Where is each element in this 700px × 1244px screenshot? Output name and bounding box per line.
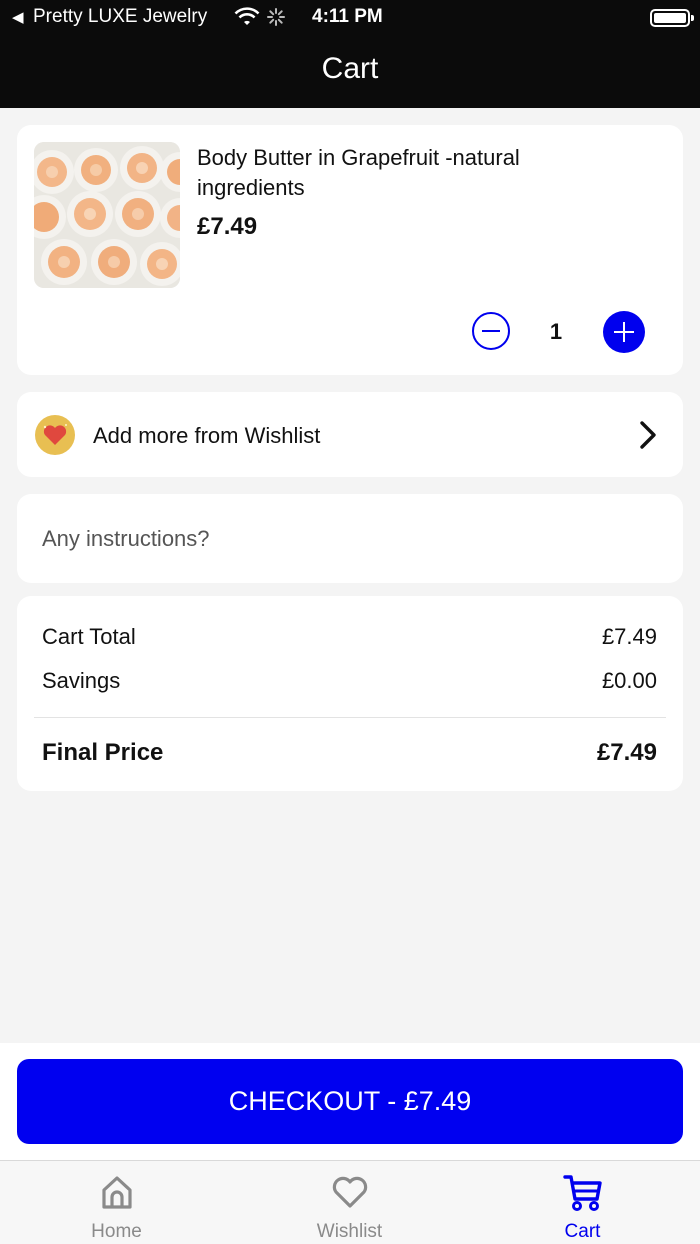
quantity-value: 1: [549, 319, 563, 344]
wishlist-row-label: Add more from Wishlist: [93, 423, 321, 448]
body-butter-jars-photo: [34, 142, 180, 288]
instructions-card: [17, 494, 683, 583]
checkout-area: CHECKOUT - £7.49: [0, 1043, 700, 1160]
savings-row: Savings £0.00: [42, 668, 657, 694]
cart-item-card: Body Butter in Grapefruit -natural ingre…: [17, 125, 683, 375]
savings-label: Savings: [42, 668, 121, 693]
battery-icon: [650, 9, 694, 27]
status-bar: ◀ Pretty LUXE Jewelry 4:11 PM: [0, 0, 700, 36]
cart-icon: [563, 1175, 602, 1211]
savings-value: £0.00: [601, 668, 657, 693]
wifi-icon: [234, 7, 260, 25]
tab-home-label: Home: [91, 1221, 142, 1242]
cart-total-value: £7.49: [601, 624, 657, 649]
final-price-value: £7.49: [596, 739, 657, 766]
tab-bar: Home Wishlist Cart: [0, 1160, 700, 1244]
tab-home[interactable]: Home: [0, 1161, 233, 1244]
cart-total-label: Cart Total: [42, 624, 136, 649]
top-bar: ◀ Pretty LUXE Jewelry 4:11 PM Cart: [0, 0, 700, 108]
divider: [34, 717, 666, 718]
home-icon: [102, 1176, 132, 1209]
activity-spinner-icon: [267, 8, 285, 26]
chevron-right-icon: [640, 421, 656, 449]
heart-badge-icon: [35, 415, 75, 455]
status-time: 4:11 PM: [312, 6, 383, 27]
tab-wishlist-label: Wishlist: [316, 1221, 383, 1242]
instructions-input[interactable]: [42, 523, 652, 555]
quantity-increase-button[interactable]: [603, 311, 645, 353]
product-name[interactable]: Body Butter in Grapefruit -natural ingre…: [197, 143, 627, 203]
checkout-button[interactable]: CHECKOUT - £7.49: [17, 1059, 683, 1144]
back-arrow-icon[interactable]: ◀: [12, 8, 24, 26]
tab-cart[interactable]: Cart: [466, 1161, 699, 1244]
final-price-row: Final Price £7.49: [42, 739, 657, 767]
price-summary-card: Cart Total £7.49 Savings £0.00 Final Pri…: [17, 596, 683, 791]
add-from-wishlist-row[interactable]: Add more from Wishlist: [17, 392, 683, 477]
tab-wishlist[interactable]: Wishlist: [233, 1161, 466, 1244]
final-price-label: Final Price: [42, 739, 164, 766]
page-title: Cart: [321, 52, 379, 85]
quantity-decrease-button[interactable]: [472, 312, 510, 350]
back-to-app-label[interactable]: Pretty LUXE Jewelry: [33, 6, 207, 28]
tab-cart-label: Cart: [564, 1221, 601, 1242]
product-image[interactable]: [34, 142, 180, 288]
cart-total-row: Cart Total £7.49: [42, 624, 657, 650]
heart-icon: [332, 1176, 368, 1208]
product-price: £7.49: [197, 213, 258, 240]
